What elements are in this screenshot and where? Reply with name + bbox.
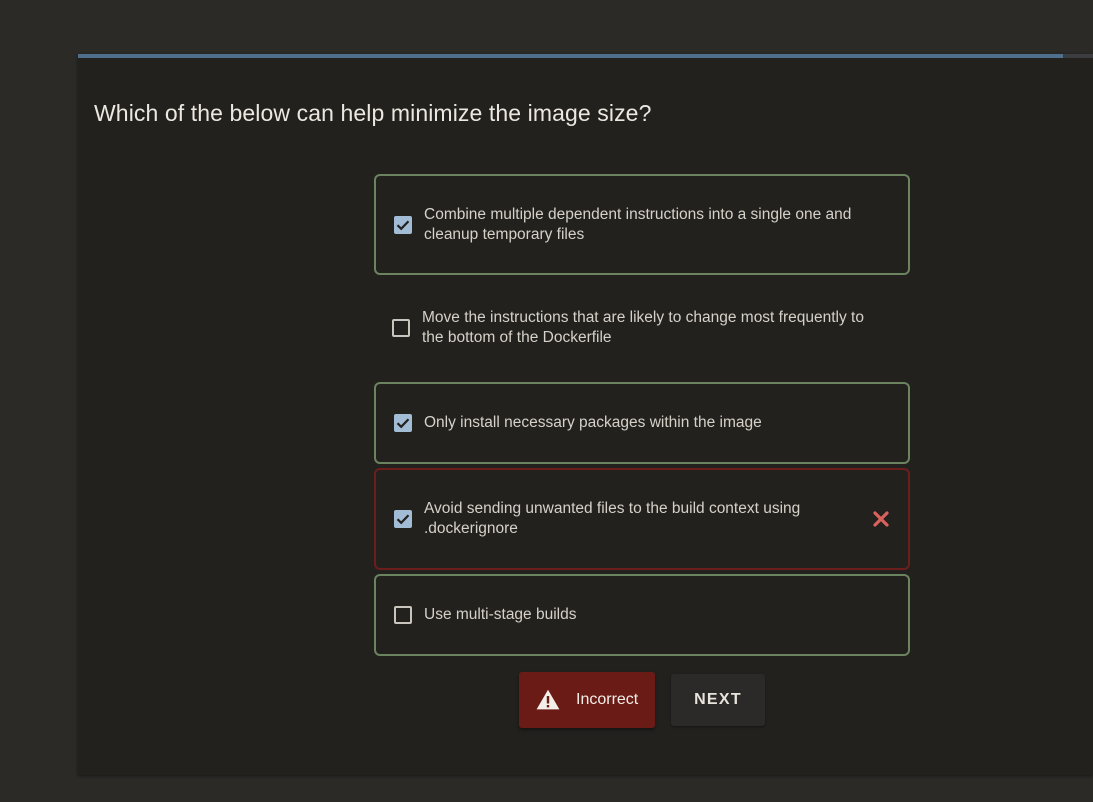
answer-option-4[interactable]: Avoid sending unwanted files to the buil… <box>374 468 910 570</box>
incorrect-result-button[interactable]: Incorrect <box>519 672 655 728</box>
answer-option-1[interactable]: Combine multiple dependent instructions … <box>374 174 910 275</box>
answer-option-5[interactable]: Use multi-stage builds <box>374 574 910 656</box>
option-label: Combine multiple dependent instructions … <box>424 205 852 243</box>
question-text: Which of the below can help minimize the… <box>94 100 652 126</box>
result-label: Incorrect <box>576 691 639 708</box>
close-icon <box>873 511 889 527</box>
progress-bar <box>78 54 1093 58</box>
warning-icon <box>536 689 560 710</box>
checkmark-icon <box>396 514 410 525</box>
checkmark-icon <box>396 219 410 230</box>
progress-bar-fill <box>78 54 1063 58</box>
option-label: Use multi-stage builds <box>424 606 577 623</box>
answer-option-2[interactable]: Move the instructions that are likely to… <box>374 282 910 374</box>
checkbox-unchecked[interactable] <box>392 319 410 337</box>
option-label: Only install necessary packages within t… <box>424 414 762 431</box>
answer-option-3[interactable]: Only install necessary packages within t… <box>374 382 910 464</box>
checkbox-checked[interactable] <box>394 414 412 432</box>
checkmark-icon <box>396 418 410 429</box>
quiz-card: Which of the below can help minimize the… <box>78 54 1093 775</box>
checkbox-checked[interactable] <box>394 510 412 528</box>
option-label: Avoid sending unwanted files to the buil… <box>424 500 801 537</box>
checkbox-checked[interactable] <box>394 215 412 234</box>
checkbox-unchecked[interactable] <box>394 606 412 624</box>
option-label: Move the instructions that are likely to… <box>422 309 864 346</box>
next-button[interactable]: NEXT <box>671 674 765 726</box>
